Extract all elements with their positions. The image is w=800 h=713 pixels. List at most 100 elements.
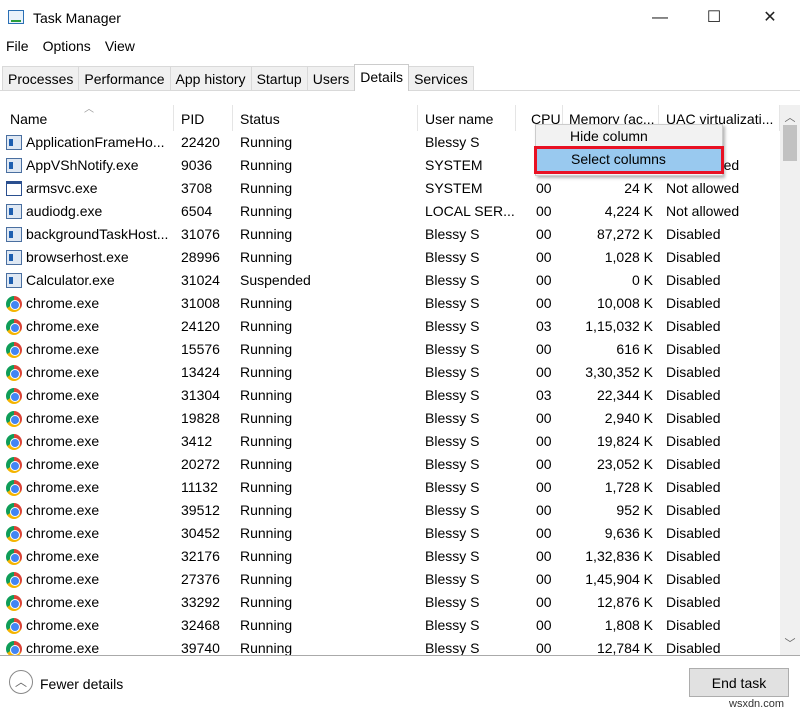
- column-header-name[interactable]: Name: [0, 105, 174, 131]
- process-name: chrome.exe: [26, 433, 172, 449]
- fewer-details-link[interactable]: Fewer details: [40, 676, 123, 692]
- memory-cell: 23,052 K: [566, 456, 653, 472]
- application-icon: [6, 227, 22, 242]
- column-header-status[interactable]: Status: [233, 105, 418, 131]
- uac-cell: Not allowed: [666, 180, 739, 196]
- menu-view[interactable]: View: [105, 38, 135, 60]
- table-row[interactable]: chrome.exe11132RunningBlessy S001,728 KD…: [0, 476, 780, 499]
- chrome-icon: [6, 319, 22, 335]
- tab-app-history[interactable]: App history: [170, 66, 252, 91]
- memory-cell: 10,008 K: [566, 295, 653, 311]
- table-row[interactable]: chrome.exe32176RunningBlessy S001,32,836…: [0, 545, 780, 568]
- status-cell: Running: [240, 548, 292, 564]
- table-row[interactable]: chrome.exe32468RunningBlessy S001,808 KD…: [0, 614, 780, 637]
- status-cell: Running: [240, 387, 292, 403]
- table-row[interactable]: chrome.exe39512RunningBlessy S00952 KDis…: [0, 499, 780, 522]
- table-row[interactable]: chrome.exe24120RunningBlessy S031,15,032…: [0, 315, 780, 338]
- column-header-user-name[interactable]: User name: [418, 105, 516, 131]
- table-row[interactable]: chrome.exe30452RunningBlessy S009,636 KD…: [0, 522, 780, 545]
- cpu-cell: 00: [536, 295, 552, 311]
- tab-performance[interactable]: Performance: [78, 66, 170, 91]
- chrome-icon: [6, 365, 22, 381]
- tab-processes[interactable]: Processes: [2, 66, 79, 91]
- status-cell: Running: [240, 203, 292, 219]
- process-name: AppVShNotify.exe: [26, 157, 172, 173]
- table-row[interactable]: armsvc.exe3708RunningSYSTEM0024 KNot all…: [0, 177, 780, 200]
- table-row[interactable]: chrome.exe31304RunningBlessy S0322,344 K…: [0, 384, 780, 407]
- minimize-button[interactable]: —: [645, 6, 675, 30]
- maximize-button[interactable]: ☐: [699, 6, 729, 30]
- process-name: chrome.exe: [26, 479, 172, 495]
- table-row[interactable]: audiodg.exe6504RunningLOCAL SER...004,22…: [0, 200, 780, 223]
- uac-cell: Disabled: [666, 387, 720, 403]
- memory-cell: 4,224 K: [566, 203, 653, 219]
- user-name-cell: Blessy S: [425, 502, 479, 518]
- status-cell: Running: [240, 525, 292, 541]
- table-row[interactable]: chrome.exe3412RunningBlessy S0019,824 KD…: [0, 430, 780, 453]
- status-cell: Running: [240, 571, 292, 587]
- table-row[interactable]: backgroundTaskHost...31076RunningBlessy …: [0, 223, 780, 246]
- cpu-cell: 00: [536, 226, 552, 242]
- memory-cell: 952 K: [566, 502, 653, 518]
- process-name: chrome.exe: [26, 387, 172, 403]
- uac-cell: Disabled: [666, 433, 720, 449]
- user-name-cell: Blessy S: [425, 249, 479, 265]
- table-row[interactable]: chrome.exe15576RunningBlessy S00616 KDis…: [0, 338, 780, 361]
- user-name-cell: Blessy S: [425, 387, 479, 403]
- memory-cell: 0 K: [566, 272, 653, 288]
- menu-options[interactable]: Options: [43, 38, 91, 60]
- status-cell: Running: [240, 433, 292, 449]
- table-row[interactable]: chrome.exe19828RunningBlessy S002,940 KD…: [0, 407, 780, 430]
- tab-users[interactable]: Users: [307, 66, 356, 91]
- pid-cell: 32468: [181, 617, 220, 633]
- scroll-up-icon[interactable]: ︿: [780, 109, 800, 125]
- scroll-down-icon[interactable]: ﹀: [780, 635, 800, 651]
- table-row[interactable]: chrome.exe31008RunningBlessy S0010,008 K…: [0, 292, 780, 315]
- cpu-cell: 00: [536, 180, 552, 196]
- table-row[interactable]: chrome.exe39740RunningBlessy S0012,784 K…: [0, 637, 780, 655]
- application-icon: [6, 135, 22, 150]
- user-name-cell: Blessy S: [425, 617, 479, 633]
- user-name-cell: Blessy S: [425, 295, 479, 311]
- column-header-pid[interactable]: PID: [174, 105, 233, 131]
- menu-file[interactable]: File: [6, 38, 29, 60]
- cpu-cell: 00: [536, 479, 552, 495]
- pid-cell: 31304: [181, 387, 220, 403]
- process-name: chrome.exe: [26, 341, 172, 357]
- tab-startup[interactable]: Startup: [251, 66, 308, 91]
- tab-details[interactable]: Details: [354, 64, 409, 91]
- chrome-icon: [6, 388, 22, 404]
- chevron-up-icon[interactable]: ︿: [9, 670, 33, 694]
- menu-item-hide-column[interactable]: Hide column: [536, 126, 722, 148]
- close-button[interactable]: ✕: [755, 6, 785, 30]
- status-cell: Running: [240, 456, 292, 472]
- chrome-icon: [6, 296, 22, 312]
- vertical-scrollbar[interactable]: ︿ ﹀: [780, 105, 800, 655]
- scrollbar-thumb[interactable]: [783, 125, 797, 161]
- chrome-icon: [6, 526, 22, 542]
- end-task-button[interactable]: End task: [689, 668, 789, 697]
- pid-cell: 39512: [181, 502, 220, 518]
- cpu-cell: 00: [536, 617, 552, 633]
- chrome-icon: [6, 411, 22, 427]
- status-cell: Running: [240, 640, 292, 655]
- table-row[interactable]: chrome.exe33292RunningBlessy S0012,876 K…: [0, 591, 780, 614]
- table-row[interactable]: Calculator.exe31024SuspendedBlessy S000 …: [0, 269, 780, 292]
- status-cell: Running: [240, 410, 292, 426]
- status-cell: Running: [240, 157, 292, 173]
- memory-cell: 12,876 K: [566, 594, 653, 610]
- table-row[interactable]: browserhost.exe28996RunningBlessy S001,0…: [0, 246, 780, 269]
- table-row[interactable]: chrome.exe20272RunningBlessy S0023,052 K…: [0, 453, 780, 476]
- cpu-cell: 00: [536, 525, 552, 541]
- process-name: ApplicationFrameHo...: [26, 134, 172, 150]
- table-row[interactable]: chrome.exe27376RunningBlessy S001,45,904…: [0, 568, 780, 591]
- cpu-cell: 03: [536, 318, 552, 334]
- menu-item-select-columns[interactable]: Select columns: [537, 149, 721, 171]
- process-name: chrome.exe: [26, 571, 172, 587]
- pid-cell: 39740: [181, 640, 220, 655]
- chrome-icon: [6, 572, 22, 588]
- tab-services[interactable]: Services: [408, 66, 474, 91]
- status-cell: Running: [240, 502, 292, 518]
- table-row[interactable]: chrome.exe13424RunningBlessy S003,30,352…: [0, 361, 780, 384]
- status-cell: Suspended: [240, 272, 311, 288]
